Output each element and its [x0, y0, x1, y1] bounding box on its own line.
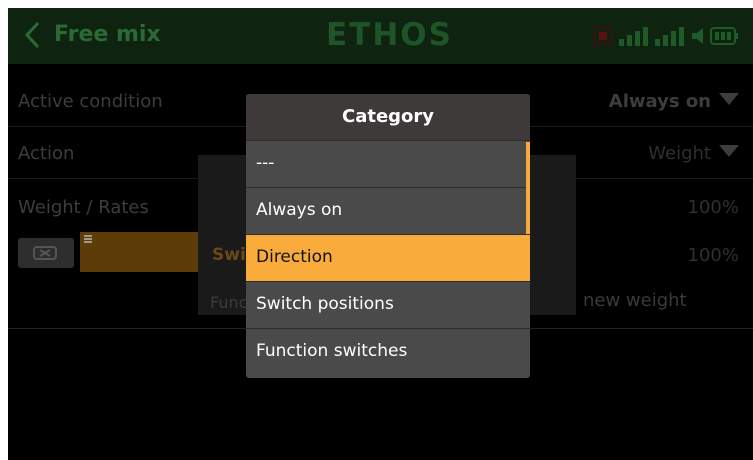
signal-icon [619, 27, 684, 46]
battery-icon [710, 27, 738, 45]
screen: Free mix ETHOS Active condition Always o… [8, 8, 753, 460]
curve-icon[interactable] [18, 238, 74, 268]
background-dialog-text: Func [210, 293, 248, 312]
action-label: Action [18, 143, 75, 164]
speaker-icon [692, 28, 703, 44]
category-option[interactable]: Function switches [246, 328, 530, 375]
category-option-selected[interactable]: Direction [246, 234, 530, 281]
top-bar: Free mix ETHOS [8, 8, 753, 64]
category-option[interactable]: Always on [246, 187, 530, 234]
dropdown-caret-icon [719, 145, 739, 157]
scrollbar[interactable] [526, 142, 530, 234]
curve-value: 100% [687, 245, 739, 266]
popup-header: Category [246, 94, 530, 141]
active-condition-value[interactable]: Always on [609, 91, 739, 112]
chevron-left-icon[interactable] [22, 20, 44, 50]
category-option[interactable]: Switch positions [246, 281, 530, 328]
background-new-weight-text: new weight [583, 290, 687, 311]
action-value[interactable]: Weight [648, 143, 739, 164]
active-condition-label: Active condition [18, 91, 163, 112]
weight-value[interactable]: 100% [688, 197, 739, 218]
weight-label: Weight / Rates [18, 197, 149, 218]
category-popup: Category --- Always on Direction Switch … [246, 94, 530, 378]
popup-title: Category [341, 106, 435, 127]
category-option[interactable]: --- [246, 140, 530, 187]
background-dialog-title: Swi [212, 245, 246, 265]
ethos-logo: ETHOS [326, 17, 453, 53]
page-title: Free mix [54, 22, 161, 47]
dropdown-caret-icon [719, 93, 739, 105]
status-icons [594, 27, 738, 46]
